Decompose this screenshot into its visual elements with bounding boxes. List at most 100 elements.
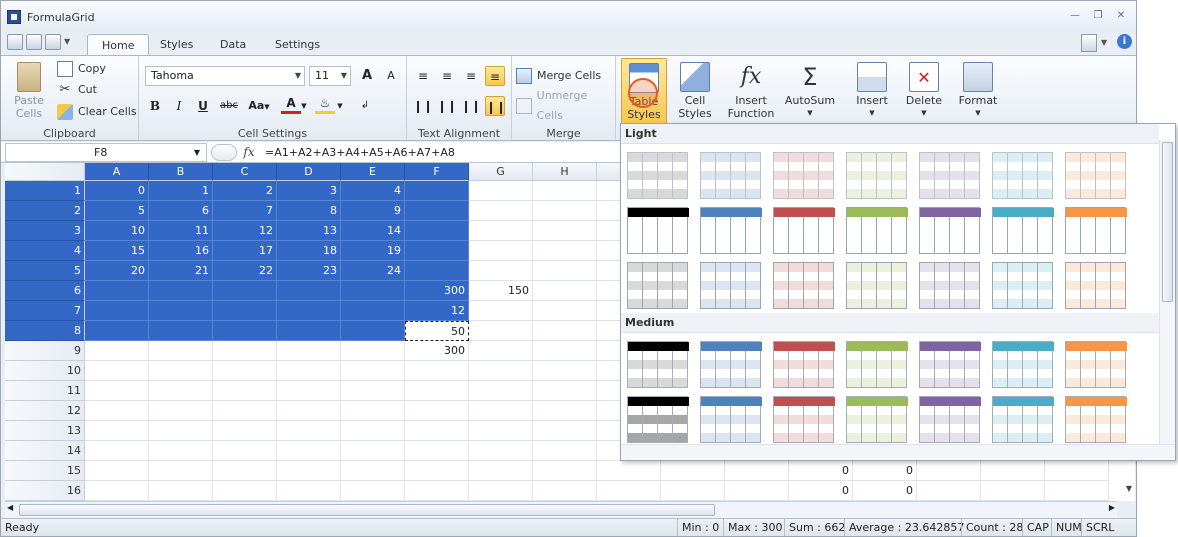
cell-G12[interactable]	[469, 401, 533, 421]
cell-G8[interactable]	[469, 321, 533, 341]
cell-F13[interactable]	[405, 421, 469, 441]
cell-A12[interactable]	[85, 401, 149, 421]
paste-cells-button[interactable]: Paste Cells	[9, 62, 49, 120]
font-family-select[interactable]: Tahoma ▼	[145, 66, 305, 86]
font-color-button[interactable]: A	[281, 96, 301, 114]
table-style-light-1-3[interactable]	[773, 152, 834, 199]
table-style-light-1-1[interactable]	[627, 152, 688, 199]
cell-H15[interactable]	[533, 461, 597, 481]
cell-C13[interactable]	[213, 421, 277, 441]
cell-B14[interactable]	[149, 441, 213, 461]
column-header-A[interactable]: A	[85, 163, 149, 181]
text-case-button[interactable]: Aa▼	[245, 96, 273, 116]
gallery-scrollbar[interactable]	[1159, 140, 1175, 444]
row-header-13[interactable]: 13	[5, 421, 85, 441]
cell-A6[interactable]	[85, 281, 149, 301]
delete-button[interactable]: ✕ Delete ▼	[901, 62, 947, 120]
cut-button[interactable]: ✂ Cut	[57, 80, 97, 100]
cell-D1[interactable]: 3	[277, 181, 341, 201]
table-style-light-3-4[interactable]	[846, 262, 907, 309]
cell-G1[interactable]	[469, 181, 533, 201]
table-style-light-1-6[interactable]	[992, 152, 1053, 199]
cell-A16[interactable]	[85, 481, 149, 501]
cell-A8[interactable]	[85, 321, 149, 341]
shrink-font-button[interactable]: A	[381, 66, 401, 86]
table-style-medium-1-7[interactable]	[1065, 341, 1127, 388]
cell-B10[interactable]	[149, 361, 213, 381]
cell-H12[interactable]	[533, 401, 597, 421]
tab-settings[interactable]: Settings	[261, 34, 334, 56]
cell-E14[interactable]	[341, 441, 405, 461]
row-header-14[interactable]: 14	[5, 441, 85, 461]
cell-P15[interactable]	[1045, 461, 1109, 481]
cell-L15[interactable]: 0	[789, 461, 853, 481]
row-header-9[interactable]: 9	[5, 341, 85, 361]
zoom-icon[interactable]	[45, 34, 61, 50]
cell-E7[interactable]	[341, 301, 405, 321]
table-style-light-1-4[interactable]	[846, 152, 907, 199]
cell-C6[interactable]	[213, 281, 277, 301]
font-size-select[interactable]: 11 ▼	[309, 66, 351, 86]
cell-N16[interactable]	[917, 481, 981, 501]
cell-M15[interactable]: 0	[853, 461, 917, 481]
column-header-H[interactable]: H	[533, 163, 597, 181]
row-header-6[interactable]: 6	[5, 281, 85, 301]
cell-E2[interactable]: 9	[341, 201, 405, 221]
cell-F8[interactable]: 50	[405, 321, 469, 341]
fill-color-button[interactable]: ♨	[315, 96, 335, 114]
cell-H6[interactable]	[533, 281, 597, 301]
insert-button[interactable]: Insert ▼	[849, 62, 895, 120]
cell-H7[interactable]	[533, 301, 597, 321]
table-style-light-3-1[interactable]	[627, 262, 688, 309]
cell-H1[interactable]	[533, 181, 597, 201]
cell-H16[interactable]	[533, 481, 597, 501]
cell-B2[interactable]: 6	[149, 201, 213, 221]
cell-G16[interactable]	[469, 481, 533, 501]
cell-H9[interactable]	[533, 341, 597, 361]
cell-D4[interactable]: 18	[277, 241, 341, 261]
table-style-medium-1-6[interactable]	[992, 341, 1054, 388]
cell-O16[interactable]	[981, 481, 1045, 501]
cell-B5[interactable]: 21	[149, 261, 213, 281]
table-style-medium-1-5[interactable]	[919, 341, 981, 388]
align-top-icon[interactable]: ❙❙	[413, 96, 433, 116]
table-style-light-2-4[interactable]	[846, 207, 908, 254]
cell-A2[interactable]: 5	[85, 201, 149, 221]
cell-C8[interactable]	[213, 321, 277, 341]
insert-function-button[interactable]: fx Insert Function	[727, 62, 775, 120]
table-style-light-2-2[interactable]	[700, 207, 762, 254]
table-style-light-3-5[interactable]	[919, 262, 980, 309]
cell-H14[interactable]	[533, 441, 597, 461]
cell-D13[interactable]	[277, 421, 341, 441]
align-justify-icon[interactable]: ≡	[485, 66, 505, 86]
print-icon[interactable]	[26, 34, 42, 50]
table-style-light-3-7[interactable]	[1065, 262, 1126, 309]
cell-C16[interactable]	[213, 481, 277, 501]
tab-home[interactable]: Home	[87, 34, 150, 56]
cell-E12[interactable]	[341, 401, 405, 421]
cell-F6[interactable]: 300	[405, 281, 469, 301]
cell-D15[interactable]	[277, 461, 341, 481]
column-header-C[interactable]: C	[213, 163, 277, 181]
close-button[interactable]: ✕	[1112, 8, 1130, 24]
cell-A10[interactable]	[85, 361, 149, 381]
cell-G3[interactable]	[469, 221, 533, 241]
row-header-8[interactable]: 8	[5, 321, 85, 341]
cell-E3[interactable]: 14	[341, 221, 405, 241]
cell-D3[interactable]: 13	[277, 221, 341, 241]
cell-E16[interactable]	[341, 481, 405, 501]
formula-bar-toggle[interactable]	[211, 144, 237, 161]
cell-E6[interactable]	[341, 281, 405, 301]
table-style-medium-2-5[interactable]	[919, 396, 981, 443]
format-button[interactable]: Format ▼	[953, 62, 1003, 120]
horizontal-scrollbar[interactable]: ◀ ▶	[5, 501, 1117, 518]
cell-H11[interactable]	[533, 381, 597, 401]
cell-E4[interactable]: 19	[341, 241, 405, 261]
align-bottom-icon[interactable]: ❙❙	[461, 96, 481, 116]
column-header-D[interactable]: D	[277, 163, 341, 181]
cell-B16[interactable]	[149, 481, 213, 501]
cell-F7[interactable]: 12	[405, 301, 469, 321]
autosum-button[interactable]: Σ AutoSum ▼	[783, 62, 837, 120]
cell-G4[interactable]	[469, 241, 533, 261]
cell-K16[interactable]	[725, 481, 789, 501]
